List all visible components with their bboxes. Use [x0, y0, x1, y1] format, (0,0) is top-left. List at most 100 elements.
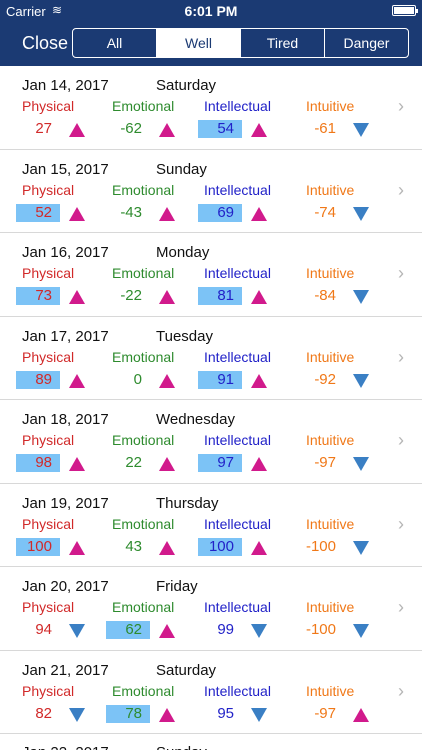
trend-up-icon [250, 289, 268, 310]
physical-label: Physical [22, 599, 75, 615]
close-button[interactable]: Close [22, 33, 68, 54]
physical-label: Physical [22, 265, 75, 281]
segment-well[interactable]: Well [156, 29, 240, 57]
physical-cell: Physical 82 [22, 683, 112, 723]
emotional-label: Emotional [112, 98, 175, 114]
list-row[interactable]: Jan 21, 2017 Saturday Physical 82 Emotional 7… [0, 651, 422, 734]
physical-label: Physical [22, 682, 75, 699]
intellectual-value: 100 [198, 537, 242, 556]
trend-up-icon [158, 623, 176, 644]
intuitive-value: -92 [314, 370, 336, 388]
segment-all[interactable]: All [73, 29, 156, 57]
intellectual-cell: Intellectual 100 [198, 516, 294, 556]
intellectual-value: 95 [217, 704, 234, 722]
trend-down-icon [352, 373, 370, 394]
trend-up-icon [68, 289, 86, 310]
trend-up-icon [158, 122, 176, 143]
trend-up-icon [250, 456, 268, 477]
trend-up-icon [68, 373, 86, 394]
intuitive-cell: Intuitive -97 [306, 432, 396, 472]
list-row[interactable]: Jan 19, 2017 Thursday Physical 100 Emotional… [0, 484, 422, 567]
emotional-label: Emotional [112, 265, 175, 281]
segment-tired[interactable]: Tired [240, 29, 324, 57]
list-row[interactable]: Jan 17, 2017 Tuesday Physical 89 Emotional 0 I… [0, 317, 422, 400]
physical-label: Physical [22, 432, 75, 448]
intellectual-value: 81 [198, 287, 242, 305]
intellectual-label: Intellectual [204, 181, 271, 198]
row-date: Jan 20, 2017 [22, 578, 109, 595]
list-row[interactable]: Jan 14, 2017 Saturday Physical 27 Emotional -… [0, 66, 422, 150]
emotional-value: -22 [120, 287, 142, 304]
trend-down-icon [250, 707, 268, 728]
physical-value: 52 [16, 203, 60, 222]
list-row[interactable]: Jan 18, 2017 Wednesday Physical 98 Emotional… [0, 400, 422, 484]
trend-down-icon [68, 707, 86, 728]
physical-label: Physical [22, 181, 75, 198]
row-date: Jan 17, 2017 [22, 327, 109, 345]
emotional-label: Emotional [112, 599, 175, 615]
chevron-right-icon: › [398, 597, 404, 617]
intellectual-value: 91 [198, 370, 242, 389]
intuitive-value: -97 [314, 704, 336, 722]
physical-cell: Physical 27 [22, 98, 112, 138]
trend-up-icon [158, 206, 176, 227]
intuitive-value: -61 [314, 120, 336, 137]
list-row[interactable]: Jan 20, 2017 Friday Physical 94 Emotional 62 I… [0, 567, 422, 651]
chevron-right-icon: › [398, 513, 404, 534]
emotional-value: 62 [106, 621, 150, 639]
trend-up-icon [250, 122, 268, 143]
intuitive-value: -84 [314, 287, 336, 304]
physical-cell: Physical 98 [16, 432, 112, 472]
intuitive-value: -74 [314, 203, 336, 221]
row-weekday: Saturday [156, 77, 217, 94]
status-bar: Carrier ≋ 6:01 PM [0, 0, 422, 22]
physical-cell: Physical 100 [16, 515, 112, 556]
segment-danger[interactable]: Danger [324, 29, 408, 57]
row-date: Jan 16, 2017 [22, 244, 109, 261]
physical-value: 82 [35, 704, 52, 722]
intuitive-cell: Intuitive -100 [306, 516, 396, 556]
biorhythm-list[interactable]: Jan 14, 2017 Saturday Physical 27 Emotional -… [0, 66, 422, 750]
physical-label: Physical [22, 348, 75, 365]
row-weekday: Tuesday [156, 327, 213, 345]
intuitive-label: Intuitive [306, 432, 355, 448]
row-weekday: Sunday [156, 744, 207, 750]
intellectual-cell: Intellectual 69 [198, 181, 294, 222]
trend-up-icon [352, 707, 370, 728]
emotional-cell: Emotional 22 [112, 432, 202, 472]
row-weekday: Monday [156, 244, 210, 261]
physical-label: Physical [22, 515, 75, 532]
emotional-cell: Emotional -22 [112, 265, 202, 305]
intellectual-value: 99 [217, 621, 234, 638]
intellectual-cell: Intellectual 95 [204, 683, 294, 723]
intuitive-cell: Intuitive -97 [306, 683, 396, 723]
nav-bar: Close All Well Tired Danger [0, 22, 422, 66]
emotional-value: 0 [133, 370, 142, 388]
intuitive-cell: Intuitive -92 [306, 349, 396, 389]
emotional-cell: Emotional 0 [112, 349, 202, 389]
intuitive-value: -100 [305, 621, 336, 638]
trend-down-icon [68, 623, 86, 644]
row-weekday: Sunday [156, 160, 207, 178]
intuitive-cell: Intuitive -61 [306, 98, 396, 138]
emotional-cell: Emotional 43 [112, 516, 202, 556]
row-weekday: Saturday [156, 661, 217, 679]
intuitive-value: -100 [305, 537, 336, 555]
chevron-right-icon: › [398, 346, 404, 367]
trend-up-icon [250, 373, 268, 394]
row-date: Jan 18, 2017 [22, 411, 109, 428]
intellectual-cell: Intellectual 81 [198, 265, 294, 305]
trend-up-icon [250, 540, 268, 561]
emotional-label: Emotional [112, 515, 175, 532]
list-row[interactable]: Jan 16, 2017 Monday Physical 73 Emotional -22… [0, 233, 422, 317]
row-date: Jan 14, 2017 [22, 77, 109, 94]
intellectual-label: Intellectual [204, 98, 271, 114]
intuitive-cell: Intuitive -84 [306, 265, 396, 305]
physical-value: 73 [16, 287, 60, 305]
physical-cell: Physical 52 [16, 181, 112, 222]
physical-value: 27 [35, 120, 52, 137]
list-row[interactable]: Jan 15, 2017 Sunday Physical 52 Emotional -43… [0, 150, 422, 233]
intellectual-cell: Intellectual 54 [198, 98, 294, 138]
intellectual-value: 97 [198, 454, 242, 472]
row-date: Jan 22, 2017 [22, 744, 109, 750]
